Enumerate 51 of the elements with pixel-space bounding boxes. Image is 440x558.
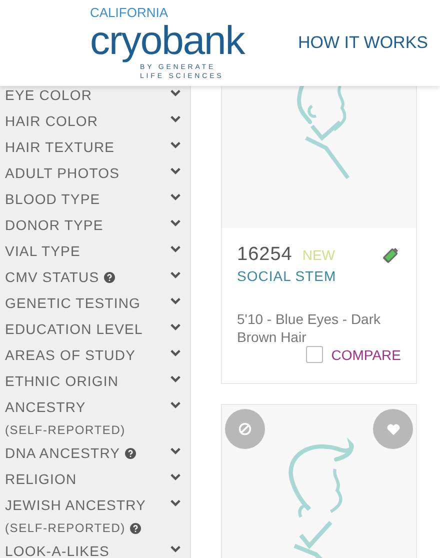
- nav-link[interactable]: HOW IT WORKS: [298, 33, 428, 53]
- filter-label[interactable]: VIAL TYPE: [5, 243, 80, 259]
- new-label: NEW: [302, 247, 336, 263]
- logo-wordmark: cryobank: [90, 18, 244, 62]
- heart-icon: [386, 422, 400, 436]
- chevron-down-icon[interactable]: [170, 271, 181, 279]
- filter-label[interactable]: DONOR TYPE: [5, 217, 104, 233]
- filter-label[interactable]: JEWISH ANCESTRY: [5, 497, 146, 513]
- filter-label[interactable]: GENETIC TESTING: [5, 295, 141, 311]
- chevron-down-icon[interactable]: [170, 245, 181, 253]
- filter-label[interactable]: RELIGION: [5, 471, 77, 487]
- filter-label[interactable]: ETHNIC ORIGIN: [5, 373, 119, 389]
- help-icon[interactable]: [104, 272, 116, 282]
- compare-label[interactable]: COMPARE: [331, 346, 401, 362]
- compare-checkbox[interactable]: [306, 346, 324, 363]
- chevron-down-icon[interactable]: [170, 193, 181, 201]
- battery-icon: [381, 245, 401, 265]
- chevron-down-icon[interactable]: [170, 297, 181, 305]
- block-icon: [238, 422, 252, 436]
- filter-label[interactable]: DNA ANCESTRY: [5, 445, 120, 461]
- donor-type: SOCIAL STEM: [237, 268, 338, 284]
- filter-label[interactable]: EDUCATION LEVEL: [5, 321, 143, 337]
- filter-label[interactable]: BLOOD TYPE: [5, 191, 100, 207]
- filter-label[interactable]: HAIR TEXTURE: [5, 139, 115, 155]
- filter-label[interactable]: CMV STATUS: [5, 269, 100, 285]
- filter-label[interactable]: ANCESTRY: [5, 399, 86, 415]
- logo-text: CALIFORNIA: [90, 6, 168, 18]
- filter-sublabel: (SELF-REPORTED): [5, 423, 126, 437]
- help-icon[interactable]: [125, 448, 136, 458]
- chevron-down-icon[interactable]: [170, 473, 181, 481]
- filter-label[interactable]: LOOK-A-LIKES: [5, 543, 110, 558]
- chevron-down-icon[interactable]: [170, 323, 181, 331]
- chevron-down-icon[interactable]: [170, 89, 181, 97]
- filter-label[interactable]: AREAS OF STUDY: [5, 347, 136, 363]
- chevron-down-icon[interactable]: [170, 349, 181, 357]
- chevron-down-icon[interactable]: [170, 375, 181, 383]
- chevron-down-icon[interactable]: [170, 167, 181, 175]
- chevron-down-icon[interactable]: [170, 115, 181, 123]
- chevron-down-icon[interactable]: [170, 219, 181, 227]
- help-icon[interactable]: [130, 522, 142, 534]
- donor-description: 5'10 - Blue Eyes - Dark Brown Hair: [237, 310, 382, 346]
- filter-label[interactable]: HAIR COLOR: [5, 113, 98, 129]
- filter-label[interactable]: EYE COLOR: [5, 87, 92, 103]
- chevron-down-icon[interactable]: [170, 141, 181, 149]
- filter-sublabel: (SELF-REPORTED): [5, 521, 126, 535]
- chevron-down-icon[interactable]: [170, 545, 181, 553]
- chevron-down-icon[interactable]: [170, 447, 181, 455]
- donor-id: 16254: [237, 244, 292, 266]
- filter-label[interactable]: ADULT PHOTOS: [5, 165, 120, 181]
- chevron-down-icon[interactable]: [170, 499, 181, 507]
- chevron-down-icon[interactable]: [170, 401, 181, 409]
